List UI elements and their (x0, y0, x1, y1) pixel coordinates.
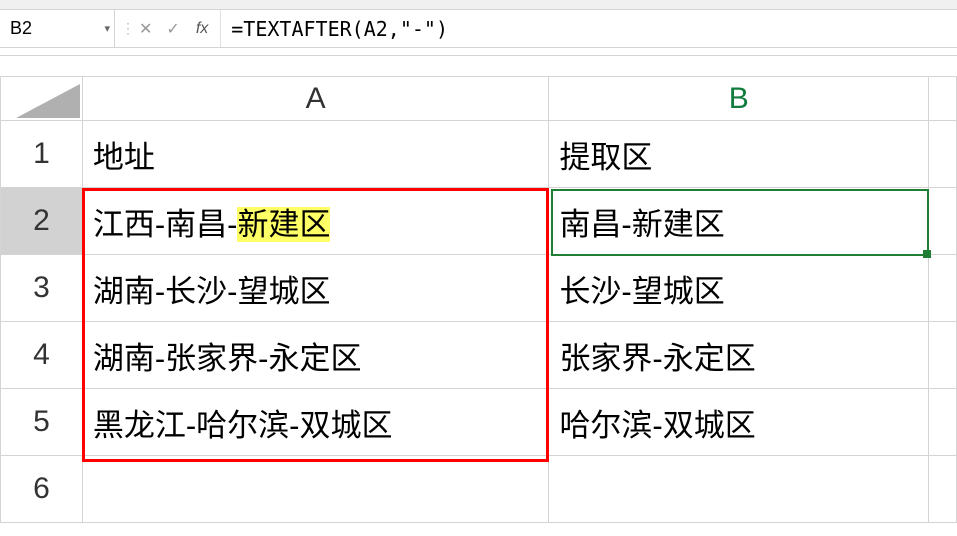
cell-b2[interactable]: 南昌-新建区 (549, 188, 929, 255)
cell-a3[interactable]: 湖南-长沙-望城区 (82, 255, 549, 322)
row-header-6[interactable]: 6 (1, 456, 83, 523)
cancel-formula-icon[interactable]: ✕ (135, 19, 156, 39)
select-all-corner[interactable] (1, 77, 83, 121)
chevron-down-icon[interactable]: ▾ (104, 22, 110, 35)
cell-a6[interactable] (82, 456, 549, 523)
cell-c4[interactable] (929, 322, 957, 389)
cell-b6[interactable] (549, 456, 929, 523)
spacer (0, 56, 957, 76)
row-header-5[interactable]: 5 (1, 389, 83, 456)
cell-a2-highlight: 新建区 (237, 207, 330, 242)
cell-c5[interactable] (929, 389, 957, 456)
cell-c3[interactable] (929, 255, 957, 322)
row-5: 5 黑龙江-哈尔滨-双城区 哈尔滨-双城区 (1, 389, 957, 456)
divider (0, 48, 957, 56)
row-header-3[interactable]: 3 (1, 255, 83, 322)
ribbon-fragment (0, 0, 957, 10)
cell-a2-pre: 江西-南昌- (93, 207, 238, 242)
fx-icon[interactable]: fx (190, 20, 214, 38)
column-header-a[interactable]: A (82, 77, 549, 121)
name-box[interactable]: B2 ▾ (0, 10, 115, 47)
cell-a5[interactable]: 黑龙江-哈尔滨-双城区 (82, 389, 549, 456)
accept-formula-icon[interactable]: ✓ (162, 19, 183, 39)
formula-input[interactable]: =TEXTAFTER(A2,"-") (221, 10, 957, 47)
cell-a4[interactable]: 湖南-张家界-永定区 (82, 322, 549, 389)
row-header-1[interactable]: 1 (1, 121, 83, 188)
name-box-value: B2 (10, 18, 32, 39)
expand-icon[interactable]: ⋮ (121, 20, 129, 37)
cell-b5[interactable]: 哈尔滨-双城区 (549, 389, 929, 456)
column-header-c[interactable] (929, 77, 957, 121)
cell-c6[interactable] (929, 456, 957, 523)
row-header-4[interactable]: 4 (1, 322, 83, 389)
cell-c1[interactable] (929, 121, 957, 188)
formula-bar: B2 ▾ ⋮ ✕ ✓ fx =TEXTAFTER(A2,"-") (0, 10, 957, 48)
cell-b3[interactable]: 长沙-望城区 (549, 255, 929, 322)
formula-bar-controls: ⋮ ✕ ✓ fx (115, 10, 221, 47)
row-header-2[interactable]: 2 (1, 188, 83, 255)
cell-a2[interactable]: 江西-南昌-新建区 (82, 188, 549, 255)
row-3: 3 湖南-长沙-望城区 长沙-望城区 (1, 255, 957, 322)
spreadsheet-grid[interactable]: A B 1 地址 提取区 2 江西-南昌-新建区 南昌-新建区 3 湖南-长沙-… (0, 76, 957, 523)
cell-c2[interactable] (929, 188, 957, 255)
cell-a1[interactable]: 地址 (82, 121, 549, 188)
row-4: 4 湖南-张家界-永定区 张家界-永定区 (1, 322, 957, 389)
row-6: 6 (1, 456, 957, 523)
formula-text: =TEXTAFTER(A2,"-") (231, 17, 448, 41)
row-2: 2 江西-南昌-新建区 南昌-新建区 (1, 188, 957, 255)
cell-b4[interactable]: 张家界-永定区 (549, 322, 929, 389)
column-header-b[interactable]: B (549, 77, 929, 121)
cell-b1[interactable]: 提取区 (549, 121, 929, 188)
row-1: 1 地址 提取区 (1, 121, 957, 188)
